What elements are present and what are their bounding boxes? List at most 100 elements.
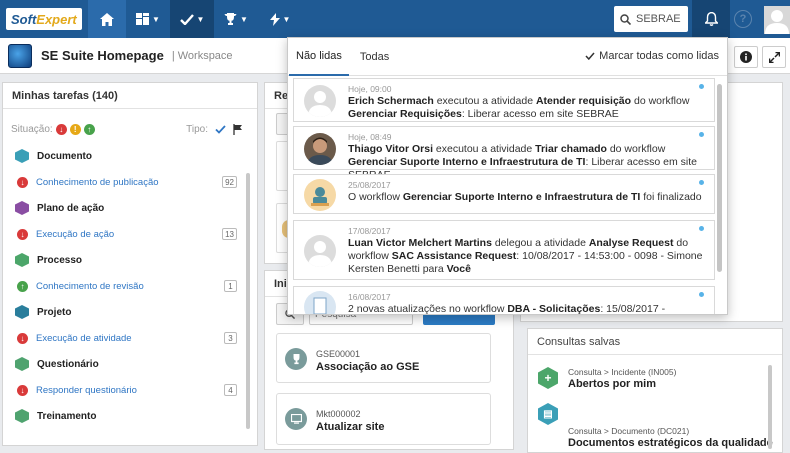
- category-icon: [15, 357, 29, 371]
- scrollbar[interactable]: [768, 365, 772, 449]
- tipo-label: Tipo:: [186, 123, 208, 135]
- task-item[interactable]: ↓ Execução de ação 13: [3, 221, 257, 247]
- actions-menu-button[interactable]: ▼: [258, 0, 302, 38]
- notification-item[interactable]: 16/08/2017 2 novas atualizações no workfl…: [293, 286, 715, 315]
- checkmark-icon: [585, 52, 595, 60]
- avatar: [304, 179, 336, 211]
- category-label: Questionário: [37, 358, 99, 370]
- query-path: Consulta > Documento (DC021): [568, 426, 690, 436]
- task-category[interactable]: Processo: [3, 247, 257, 273]
- expand-icon: [768, 51, 780, 63]
- unread-dot-icon: [699, 84, 704, 89]
- initiative-card[interactable]: Mkt000002 Atualizar site: [276, 393, 491, 445]
- task-category[interactable]: Projeto: [3, 299, 257, 325]
- card-name: Atualizar site: [316, 421, 385, 433]
- notification-item[interactable]: 25/08/2017 O workflow Gerenciar Suporte I…: [293, 174, 715, 214]
- task-category[interactable]: Treinamento: [3, 403, 257, 429]
- task-item-label: Responder questionário: [36, 384, 137, 396]
- notification-text: Luan Victor Melchert Martins delegou a a…: [348, 237, 703, 275]
- notification-time: Hoje, 09:00: [348, 84, 392, 94]
- info-button[interactable]: [734, 46, 758, 68]
- panel-title: Minhas tarefas (140): [3, 83, 257, 109]
- initiative-card[interactable]: GSE00001 Associação ao GSE: [276, 333, 491, 383]
- home-button[interactable]: [88, 0, 126, 38]
- checkmark-filter-icon[interactable]: [215, 124, 226, 134]
- category-label: Treinamento: [37, 410, 97, 422]
- category-icon: [15, 149, 29, 163]
- notification-item[interactable]: Hoje, 09:00 Erich Schermach executou a at…: [293, 78, 715, 122]
- category-label: Projeto: [37, 306, 72, 318]
- scrollbar[interactable]: [246, 173, 250, 429]
- category-label: Processo: [37, 254, 83, 266]
- bell-icon: [704, 12, 718, 26]
- card-name: Associação ao GSE: [316, 361, 420, 373]
- category-label: Plano de ação: [37, 202, 105, 214]
- warning-filter-icon[interactable]: !: [69, 123, 81, 135]
- tab-unread[interactable]: Não lidas: [289, 38, 349, 76]
- category-label: Documento: [37, 150, 92, 162]
- task-count-badge: 4: [224, 384, 237, 396]
- task-item[interactable]: ↓ Responder questionário 4: [3, 377, 257, 403]
- task-item-label: Execução de ação: [36, 228, 115, 240]
- trophy-menu-button[interactable]: ▼: [214, 0, 258, 38]
- saved-queries-panel: Consultas salvas + Consulta > Incidente …: [527, 328, 783, 453]
- notification-text: Erich Schermach executou a atividade Ate…: [348, 95, 690, 120]
- task-item[interactable]: ↓ Conhecimento de publicação 92: [3, 169, 257, 195]
- tab-all[interactable]: Todas: [353, 38, 396, 76]
- query-name: Documentos estratégicos da qualidade: [568, 437, 773, 449]
- scrollbar[interactable]: [717, 84, 722, 272]
- avatar: [304, 291, 336, 314]
- global-search[interactable]: [614, 6, 688, 32]
- task-item[interactable]: ↓ Execução de atividade 3: [3, 325, 257, 351]
- avatar: [304, 133, 336, 165]
- help-icon[interactable]: ?: [734, 10, 752, 28]
- status-icon: ↑: [17, 280, 28, 292]
- task-count-badge: 1: [224, 280, 237, 292]
- globe-icon: [8, 43, 32, 68]
- status-icon: ↓: [17, 228, 28, 240]
- task-item[interactable]: ↑ Conhecimento de revisão 1: [3, 273, 257, 299]
- task-category[interactable]: Questionário: [3, 351, 257, 377]
- task-count-badge: 92: [222, 176, 237, 188]
- category-icon: [15, 253, 29, 267]
- unread-dot-icon: [699, 292, 704, 297]
- notification-time: 25/08/2017: [348, 180, 391, 190]
- document-icon: ▤: [538, 403, 558, 425]
- top-navigation-bar: SoftExpert ▼ ▼ ▼ ▼ ?: [0, 0, 790, 38]
- task-filters: Situação: ↓ ! ↑ Tipo:: [3, 115, 257, 143]
- search-input[interactable]: [636, 13, 684, 25]
- status-icon: ↓: [17, 384, 28, 396]
- dashboard-menu-button[interactable]: ▼: [126, 0, 170, 38]
- dashboard-icon: [136, 13, 150, 25]
- notification-time: Hoje, 08:49: [348, 132, 392, 142]
- mark-all-read-button[interactable]: Marcar todas como lidas: [585, 50, 719, 62]
- panel-title: Consultas salvas: [528, 329, 782, 355]
- softexpert-logo[interactable]: Soft Expert: [0, 0, 88, 38]
- monitor-icon: [285, 408, 307, 430]
- lightning-icon: [269, 12, 280, 26]
- chevron-down-icon: ▼: [152, 14, 160, 24]
- notification-item[interactable]: Hoje, 08:49 Thiago Vitor Orsi executou a …: [293, 126, 715, 181]
- trophy-icon: [285, 348, 307, 370]
- flag-filter-icon[interactable]: [233, 123, 243, 135]
- my-tasks-panel: Minhas tarefas (140) Situação: ↓ ! ↑ Tip…: [2, 82, 258, 446]
- expand-button[interactable]: [762, 46, 786, 68]
- notifications-button[interactable]: [692, 0, 730, 38]
- status-icon: ↓: [17, 176, 28, 188]
- notification-text: 2 novas atualizações no workflow DBA - S…: [348, 303, 666, 315]
- notification-list: Hoje, 09:00 Erich Schermach executou a at…: [288, 78, 727, 315]
- task-category[interactable]: Plano de ação: [3, 195, 257, 221]
- status-icon: ↓: [17, 332, 28, 344]
- tasks-menu-button[interactable]: ▼: [170, 0, 214, 38]
- task-category[interactable]: Documento: [3, 143, 257, 169]
- ontime-filter-icon[interactable]: ↑: [83, 123, 95, 135]
- user-avatar-icon: [304, 235, 336, 267]
- task-count-badge: 3: [224, 332, 237, 344]
- saved-query-item[interactable]: + Consulta > Incidente (IN005) Abertos p…: [538, 367, 768, 397]
- user-avatar[interactable]: [764, 6, 790, 34]
- saved-query-item[interactable]: ▤ Consulta > Documento (DC021) Documento…: [538, 403, 773, 449]
- notification-item[interactable]: 17/08/2017 Luan Victor Melchert Martins d…: [293, 220, 715, 280]
- checkmark-icon: [179, 13, 194, 25]
- card-code: GSE00001: [316, 349, 361, 359]
- overdue-filter-icon[interactable]: ↓: [55, 123, 67, 135]
